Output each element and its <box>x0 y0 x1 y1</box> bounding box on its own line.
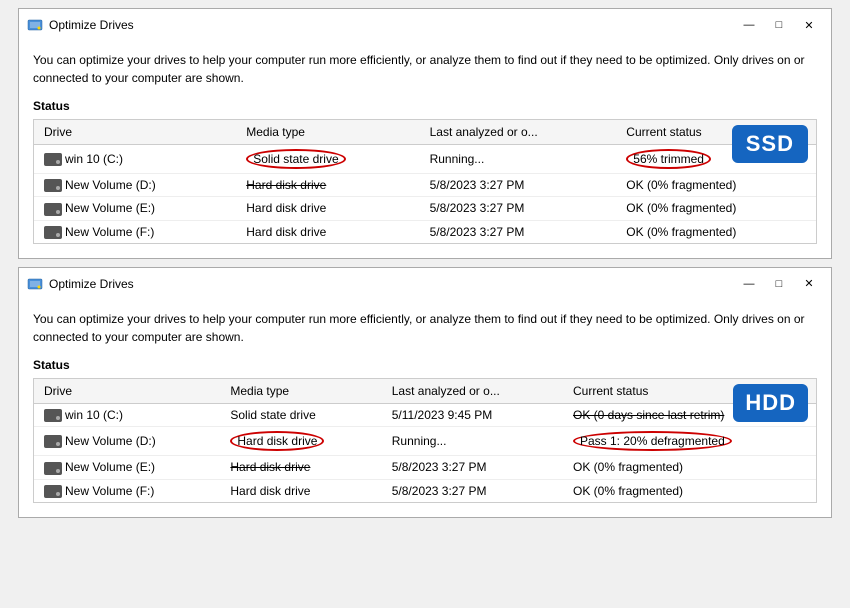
window-controls-1: — □ ✕ <box>735 15 823 35</box>
col-media-1: Media type <box>236 120 419 145</box>
table-row: New Volume (F:) Hard disk drive 5/8/2023… <box>34 220 816 243</box>
hdd-icon <box>44 153 62 166</box>
hdd-icon <box>44 435 62 448</box>
title-bar-1: Optimize Drives — □ ✕ <box>19 9 831 41</box>
col-analyzed-2: Last analyzed or o... <box>382 379 563 404</box>
status-cell: OK (0% fragmented) <box>616 220 816 243</box>
description-2: You can optimize your drives to help you… <box>33 310 817 346</box>
analyzed-cell: Running... <box>420 145 617 174</box>
media-cell: Hard disk drive <box>220 479 381 502</box>
col-drive-1: Drive <box>34 120 236 145</box>
status-cell: OK (0% fragmented) <box>563 479 816 502</box>
media-cell: Solid state drive <box>236 145 419 174</box>
media-cell: Solid state drive <box>220 403 381 426</box>
window-title-1: Optimize Drives <box>49 18 729 32</box>
table-row: New Volume (E:) Hard disk drive 5/8/2023… <box>34 197 816 220</box>
media-cell: Hard disk drive <box>220 456 381 479</box>
status-cell: Pass 1: 20% defragmented <box>563 427 816 456</box>
optimize-drives-window-1: Optimize Drives — □ ✕ You can optimize y… <box>18 8 832 259</box>
drive-cell: New Volume (E:) <box>34 197 236 220</box>
media-cell: Hard disk drive <box>236 174 419 197</box>
hdd-icon <box>44 179 62 192</box>
section-label-2: Status <box>33 358 817 372</box>
drive-cell: New Volume (F:) <box>34 220 236 243</box>
drives-table-2: Drive Media type Last analyzed or o... C… <box>34 379 816 502</box>
hdd-icon <box>44 409 62 422</box>
table-header-row-2: Drive Media type Last analyzed or o... C… <box>34 379 816 404</box>
col-media-2: Media type <box>220 379 381 404</box>
hdd-badge: HDD <box>733 384 808 422</box>
hdd-icon <box>44 203 62 216</box>
status-cell: OK (0% fragmented) <box>563 456 816 479</box>
analyzed-cell: 5/8/2023 3:27 PM <box>420 174 617 197</box>
analyzed-cell: 5/8/2023 3:27 PM <box>420 220 617 243</box>
table-row: win 10 (C:) Solid state drive 5/11/2023 … <box>34 403 816 426</box>
media-cell: Hard disk drive <box>236 197 419 220</box>
title-bar-2: Optimize Drives — □ ✕ <box>19 268 831 300</box>
minimize-button-1[interactable]: — <box>735 15 763 35</box>
optimize-drives-window-2: Optimize Drives — □ ✕ You can optimize y… <box>18 267 832 518</box>
window-body-2: You can optimize your drives to help you… <box>19 300 831 517</box>
drives-table-container-1: SSD Drive Media type Last analyzed or o.… <box>33 119 817 244</box>
drive-cell: New Volume (F:) <box>34 479 220 502</box>
table-row: New Volume (F:) Hard disk drive 5/8/2023… <box>34 479 816 502</box>
drives-table-1: Drive Media type Last analyzed or o... C… <box>34 120 816 243</box>
close-button-1[interactable]: ✕ <box>795 15 823 35</box>
maximize-button-2[interactable]: □ <box>765 274 793 294</box>
hdd-icon <box>44 462 62 475</box>
minimize-button-2[interactable]: — <box>735 274 763 294</box>
window-2: Optimize Drives — □ ✕ You can optimize y… <box>10 267 840 518</box>
analyzed-cell: 5/8/2023 3:27 PM <box>382 479 563 502</box>
window-controls-2: — □ ✕ <box>735 274 823 294</box>
app-icon-1 <box>27 17 43 33</box>
drive-cell: New Volume (D:) <box>34 174 236 197</box>
status-cell: OK (0% fragmented) <box>616 174 816 197</box>
drive-cell: win 10 (C:) <box>34 145 236 174</box>
media-cell: Hard disk drive <box>236 220 419 243</box>
col-drive-2: Drive <box>34 379 220 404</box>
analyzed-cell: Running... <box>382 427 563 456</box>
app-icon-2 <box>27 276 43 292</box>
table-header-row-1: Drive Media type Last analyzed or o... C… <box>34 120 816 145</box>
analyzed-cell: 5/8/2023 3:27 PM <box>382 456 563 479</box>
section-label-1: Status <box>33 99 817 113</box>
drive-cell: New Volume (E:) <box>34 456 220 479</box>
description-1: You can optimize your drives to help you… <box>33 51 817 87</box>
status-cell: OK (0% fragmented) <box>616 197 816 220</box>
close-button-2[interactable]: ✕ <box>795 274 823 294</box>
window-body-1: You can optimize your drives to help you… <box>19 41 831 258</box>
table-row: New Volume (D:) Hard disk drive 5/8/2023… <box>34 174 816 197</box>
col-analyzed-1: Last analyzed or o... <box>420 120 617 145</box>
window-title-2: Optimize Drives <box>49 277 729 291</box>
drive-cell: New Volume (D:) <box>34 427 220 456</box>
analyzed-cell: 5/8/2023 3:27 PM <box>420 197 617 220</box>
analyzed-cell: 5/11/2023 9:45 PM <box>382 403 563 426</box>
maximize-button-1[interactable]: □ <box>765 15 793 35</box>
drive-cell: win 10 (C:) <box>34 403 220 426</box>
hdd-icon <box>44 485 62 498</box>
drives-table-container-2: HDD Drive Media type Last analyzed or o.… <box>33 378 817 503</box>
ssd-badge: SSD <box>732 125 808 163</box>
hdd-icon <box>44 226 62 239</box>
table-row: New Volume (D:) Hard disk drive Running.… <box>34 427 816 456</box>
window-1: Optimize Drives — □ ✕ You can optimize y… <box>10 8 840 259</box>
media-cell: Hard disk drive <box>220 427 381 456</box>
table-row: win 10 (C:) Solid state drive Running...… <box>34 145 816 174</box>
table-row: New Volume (E:) Hard disk drive 5/8/2023… <box>34 456 816 479</box>
